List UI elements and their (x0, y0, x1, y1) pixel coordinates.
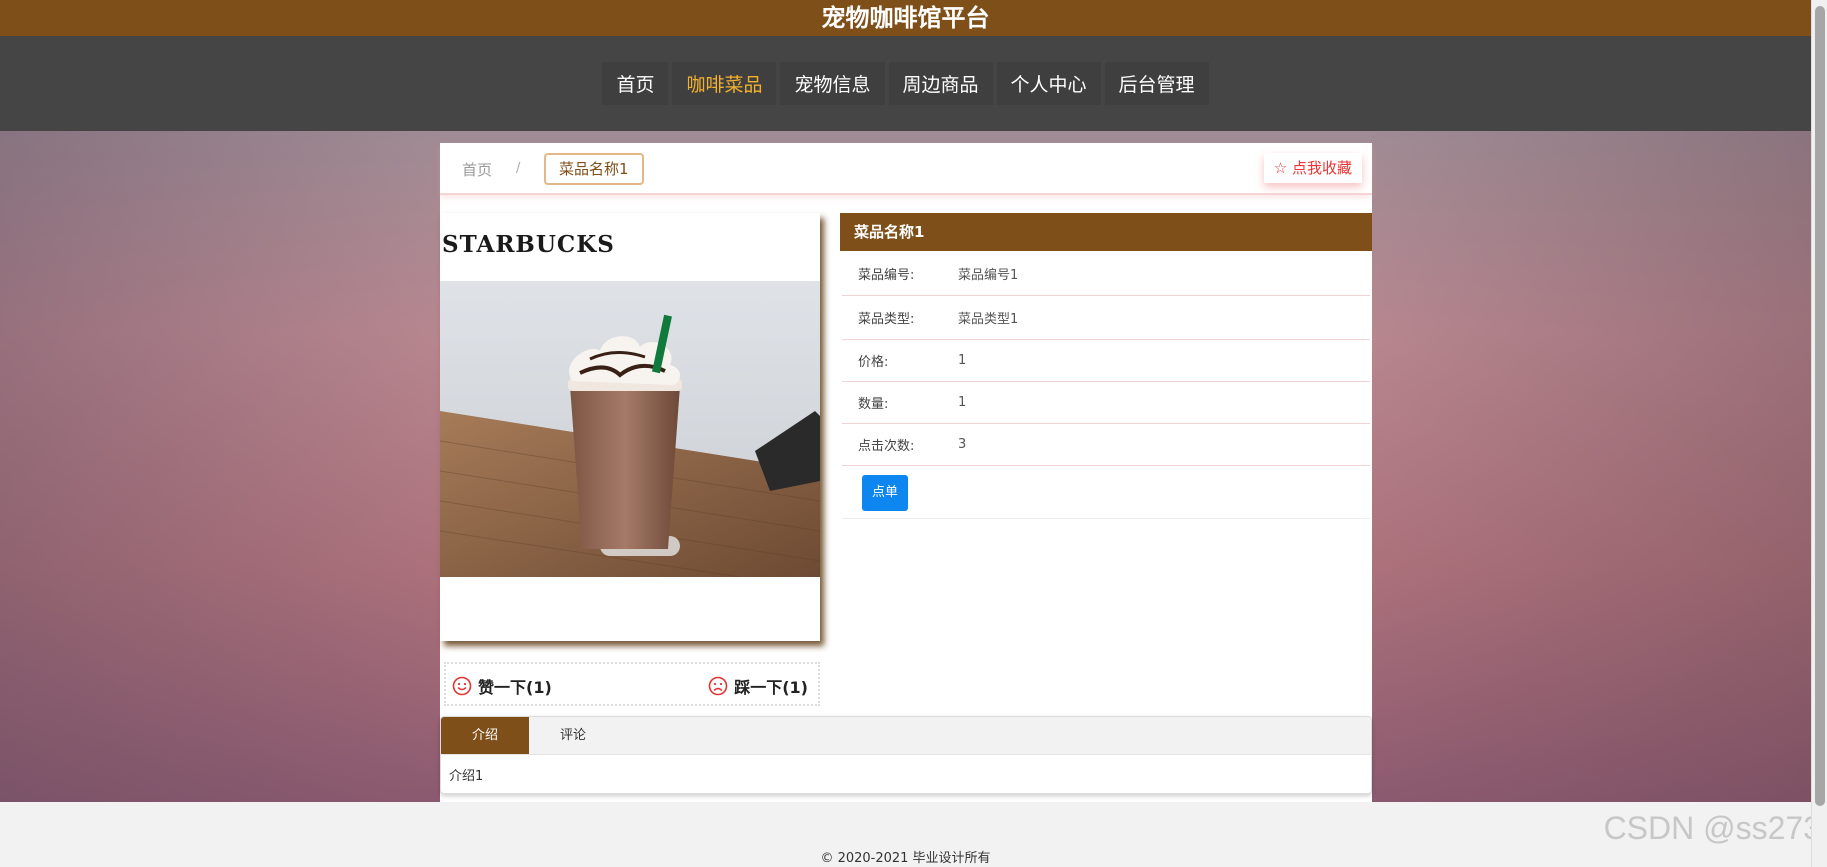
main-nav: 首页 咖啡菜品 宠物信息 周边商品 个人中心 后台管理 (0, 36, 1811, 131)
tab-intro[interactable]: 介绍 (441, 717, 529, 754)
site-title: 宠物咖啡馆平台 (0, 0, 1811, 36)
product-name-header: 菜品名称1 (840, 213, 1372, 251)
tab-comments[interactable]: 评论 (529, 717, 617, 754)
info-value: 1 (958, 353, 967, 368)
breadcrumb-current: 菜品名称1 (544, 153, 644, 185)
nav-item-coffee-dishes[interactable]: 咖啡菜品 (672, 62, 777, 105)
info-row-price: 价格: 1 (842, 340, 1370, 382)
scrollbar-thumb[interactable] (1815, 6, 1825, 806)
info-value: 菜品编号1 (958, 267, 1019, 283)
vote-box: 赞一下(1) 踩一下(1) (444, 662, 820, 706)
tab-header: 介绍 评论 (441, 717, 1371, 755)
breadcrumb-home-link[interactable]: 首页 (462, 159, 492, 180)
footer-copyright: © 2020-2021 毕业设计所有 (820, 851, 991, 866)
star-outline-icon: ☆ (1273, 159, 1288, 177)
like-label: 赞一下(1) (478, 678, 552, 697)
breadcrumb-separator: / (516, 161, 521, 176)
nav-item-home[interactable]: 首页 (602, 62, 669, 105)
favorite-label: 点我收藏 (1291, 159, 1352, 177)
order-row: 点单 (842, 466, 1370, 519)
info-row-clicks: 点击次数: 3 (842, 424, 1370, 466)
product-info-table: 菜品编号: 菜品编号1 菜品类型: 菜品类型1 价格: 1 数量: 1 点击次数… (842, 251, 1370, 519)
watermark: CSDN @ss273 (1603, 810, 1821, 846)
info-value: 菜品类型1 (958, 312, 1019, 327)
breadcrumb: 首页 / 菜品名称1 ☆ 点我收藏 (440, 143, 1372, 195)
favorite-button[interactable]: ☆ 点我收藏 (1263, 153, 1362, 183)
nav-item-admin[interactable]: 后台管理 (1104, 62, 1209, 105)
nav-item-merchandise[interactable]: 周边商品 (888, 62, 993, 105)
brand-logo: STARBUCKS (442, 231, 615, 258)
info-row-code: 菜品编号: 菜品编号1 (842, 251, 1370, 296)
info-row-type: 菜品类型: 菜品类型1 (842, 296, 1370, 340)
dislike-label: 踩一下(1) (734, 678, 808, 697)
nav-item-personal-center[interactable]: 个人中心 (996, 62, 1101, 105)
detail-tabs: 介绍 评论 介绍1 (440, 716, 1372, 794)
info-value: 3 (958, 437, 967, 452)
product-image: STARBUCKS (440, 213, 820, 641)
info-label: 点击次数: (858, 439, 915, 454)
tab-content: 介绍1 (449, 769, 484, 784)
frown-icon (708, 676, 728, 696)
info-value: 1 (958, 395, 967, 410)
order-button[interactable]: 点单 (862, 475, 908, 511)
smile-icon (452, 676, 472, 696)
info-label: 价格: (858, 355, 889, 370)
info-label: 数量: (858, 397, 889, 412)
dislike-button[interactable]: 踩一下(1) (708, 674, 808, 698)
chocolate-frappuccino-photo (440, 281, 820, 577)
vertical-scrollbar[interactable] (1811, 0, 1827, 867)
info-label: 菜品类型: (858, 312, 915, 327)
info-label: 菜品编号: (858, 267, 915, 283)
info-row-quantity: 数量: 1 (842, 382, 1370, 424)
nav-item-pet-info[interactable]: 宠物信息 (780, 62, 885, 105)
like-button[interactable]: 赞一下(1) (452, 674, 552, 698)
detail-panel: 首页 / 菜品名称1 ☆ 点我收藏 STARBUCKS 赞一下(1) 踩一下(1… (440, 143, 1372, 802)
